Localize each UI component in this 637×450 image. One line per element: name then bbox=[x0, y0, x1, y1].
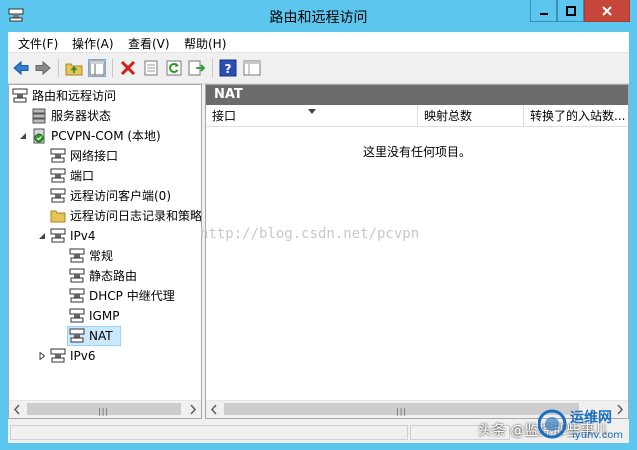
menu-action[interactable]: 操作(A) bbox=[72, 35, 114, 52]
scroll-left-icon[interactable] bbox=[9, 401, 26, 418]
routing-node-icon bbox=[69, 248, 85, 263]
help-icon[interactable]: ? bbox=[219, 59, 237, 77]
toolbar: ? bbox=[8, 52, 629, 84]
maximize-icon bbox=[565, 5, 576, 16]
server-stack-icon bbox=[32, 108, 46, 124]
column-header-interface[interactable]: 接口 bbox=[206, 105, 418, 127]
collapse-arrow-icon[interactable] bbox=[19, 132, 27, 140]
logo-url: iyunv.com bbox=[572, 430, 623, 441]
console-tree-pane[interactable]: 路由和远程访问 服务器状态 PCVPN-COM (本地) 网络接口 端口 远程访… bbox=[8, 84, 202, 419]
routing-node-icon bbox=[69, 308, 85, 323]
details-header: NAT bbox=[206, 85, 628, 105]
routing-node-icon bbox=[50, 168, 66, 183]
title-bar[interactable]: 路由和远程访问 bbox=[0, 0, 637, 32]
tree-horizontal-scrollbar[interactable]: ||| bbox=[9, 400, 201, 418]
minimize-button[interactable] bbox=[530, 0, 557, 22]
toolbar-separator bbox=[212, 59, 213, 77]
routing-node-icon bbox=[50, 348, 66, 363]
close-icon bbox=[602, 5, 612, 16]
properties-icon[interactable] bbox=[142, 59, 160, 77]
menu-view[interactable]: 查看(V) bbox=[128, 35, 170, 52]
column-header-inbound-translated[interactable]: 转换了的入站数... bbox=[524, 105, 628, 127]
site-logo-icon: 运维网 iyunv.com bbox=[538, 409, 623, 441]
logo-title: 运维网 bbox=[570, 409, 612, 426]
routing-node-icon bbox=[50, 188, 66, 203]
show-hide-tree-icon[interactable] bbox=[88, 59, 106, 77]
forward-arrow-icon[interactable] bbox=[34, 59, 52, 77]
routing-node-icon bbox=[69, 268, 85, 283]
server-online-icon bbox=[33, 128, 45, 144]
delete-icon[interactable] bbox=[119, 59, 137, 77]
details-title: NAT bbox=[214, 87, 243, 102]
export-list-icon[interactable] bbox=[188, 59, 206, 77]
toolbar-separator bbox=[58, 59, 59, 77]
folder-icon bbox=[50, 210, 66, 223]
menu-bar: 文件(F) 操作(A) 查看(V) 帮助(H) bbox=[8, 32, 629, 52]
routing-node-icon bbox=[69, 328, 85, 343]
routing-node-icon bbox=[69, 288, 85, 303]
maximize-button[interactable] bbox=[557, 0, 584, 22]
up-folder-icon[interactable] bbox=[65, 59, 83, 77]
scroll-right-icon[interactable] bbox=[184, 401, 201, 418]
column-header-mapping-total[interactable]: 映射总数 bbox=[418, 105, 524, 127]
scrollbar-thumb[interactable]: ||| bbox=[224, 403, 579, 416]
scrollbar-grip-icon: ||| bbox=[98, 407, 110, 416]
routing-node-icon bbox=[50, 228, 66, 243]
routing-node-icon bbox=[50, 148, 66, 163]
close-button[interactable] bbox=[584, 0, 630, 22]
menu-help[interactable]: 帮助(H) bbox=[184, 35, 226, 52]
status-panel-main bbox=[10, 425, 408, 440]
svg-text:?: ? bbox=[225, 62, 232, 76]
scrollbar-thumb[interactable]: ||| bbox=[27, 403, 181, 416]
routing-server-icon bbox=[12, 88, 28, 103]
empty-list-message: 这里没有任何项目。 bbox=[362, 145, 471, 159]
collapse-arrow-icon[interactable] bbox=[38, 232, 46, 240]
expand-arrow-icon[interactable] bbox=[38, 352, 46, 360]
minimize-icon bbox=[539, 12, 548, 15]
refresh-icon[interactable] bbox=[165, 59, 183, 77]
sort-descending-icon bbox=[308, 109, 316, 114]
scroll-left-icon[interactable] bbox=[206, 401, 223, 418]
scrollbar-grip-icon: ||| bbox=[396, 407, 408, 416]
console-pane-icon[interactable] bbox=[243, 59, 261, 77]
back-arrow-icon[interactable] bbox=[12, 59, 30, 77]
toolbar-separator bbox=[112, 59, 113, 77]
app-window: 路由和远程访问 文件(F) 操作(A) 查看(V) 帮助(H) ? 路由和远程访… bbox=[0, 0, 637, 450]
menu-file[interactable]: 文件(F) bbox=[18, 35, 58, 52]
details-pane[interactable]: NAT 接口 映射总数 转换了的入站数... 这里没有任何项目。 ||| bbox=[205, 84, 629, 419]
url-watermark: http://blog.csdn.net/pcvpn bbox=[200, 226, 420, 242]
